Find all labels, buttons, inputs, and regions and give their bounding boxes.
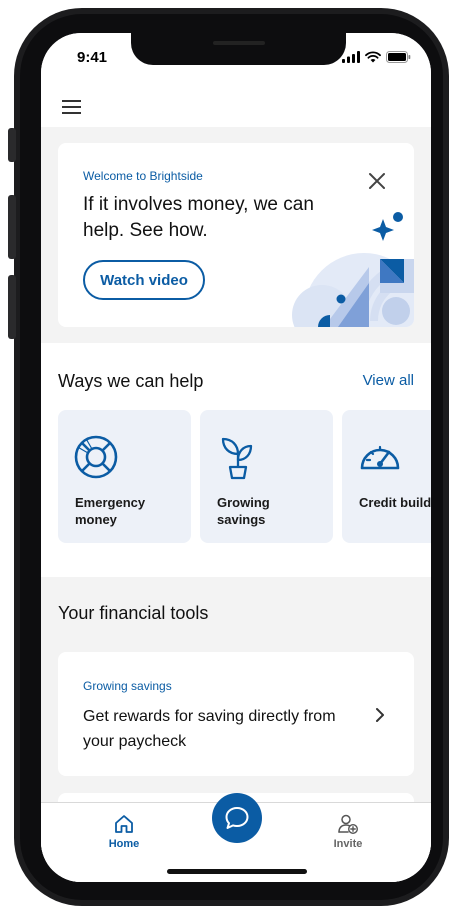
- phone-screen: 9:41 Welcome to Brightside If it involve…: [41, 33, 431, 882]
- tools-card-headline: Get rewards for saving directly from you…: [83, 708, 336, 750]
- speaker: [213, 41, 265, 45]
- welcome-card: Welcome to Brightside If it involves mon…: [58, 143, 414, 327]
- tile-emergency-money[interactable]: Emergency money: [58, 410, 191, 543]
- watch-video-button[interactable]: Watch video: [83, 260, 205, 300]
- view-all-link[interactable]: View all: [363, 372, 414, 389]
- status-icons: [342, 51, 411, 63]
- tab-invite[interactable]: Invite: [308, 813, 388, 850]
- tools-card-eyebrow: Growing savings: [83, 679, 172, 693]
- financial-tools-title: Your financial tools: [58, 603, 209, 623]
- tile-growing-savings[interactable]: Growing savings: [200, 410, 333, 543]
- mute-switch: [8, 128, 16, 162]
- ways-we-can-help-section: Ways we can help View all Emergency mone…: [41, 343, 431, 577]
- volume-down-button: [8, 275, 16, 339]
- notch: [131, 33, 346, 65]
- welcome-illustration: [292, 212, 414, 327]
- chevron-right-icon: [376, 708, 384, 722]
- welcome-section: Welcome to Brightside If it involves mon…: [41, 127, 431, 343]
- help-tiles: Emergency money Growing savings Credit b…: [58, 410, 431, 544]
- invite-user-icon: [338, 814, 359, 835]
- app-header: [41, 91, 431, 127]
- cellular-signal-icon: [342, 51, 360, 63]
- tile-label: Growing savings: [217, 495, 270, 527]
- lifebuoy-icon: [74, 435, 118, 479]
- tile-label: Credit building: [359, 495, 431, 510]
- plant-icon: [221, 437, 253, 480]
- wifi-icon: [365, 51, 381, 63]
- welcome-eyebrow: Welcome to Brightside: [83, 169, 203, 183]
- battery-icon: [386, 51, 411, 63]
- ways-title: Ways we can help: [58, 371, 204, 391]
- speedometer-icon: [360, 445, 400, 470]
- close-icon[interactable]: [366, 170, 388, 192]
- growing-savings-card[interactable]: Growing savings Get rewards for saving d…: [58, 652, 414, 776]
- tile-label: Emergency money: [75, 495, 146, 527]
- volume-up-button: [8, 195, 16, 259]
- home-icon: [115, 815, 133, 833]
- tile-credit-building[interactable]: Credit building: [342, 410, 431, 543]
- chat-bubble-icon: [225, 807, 249, 829]
- tab-invite-label: Invite: [333, 838, 363, 850]
- home-indicator: [167, 869, 307, 874]
- status-time: 9:41: [77, 49, 108, 66]
- tab-home[interactable]: Home: [84, 813, 164, 850]
- chat-button[interactable]: [212, 793, 262, 843]
- tab-home-label: Home: [108, 838, 140, 850]
- hamburger-menu-icon[interactable]: [61, 96, 83, 118]
